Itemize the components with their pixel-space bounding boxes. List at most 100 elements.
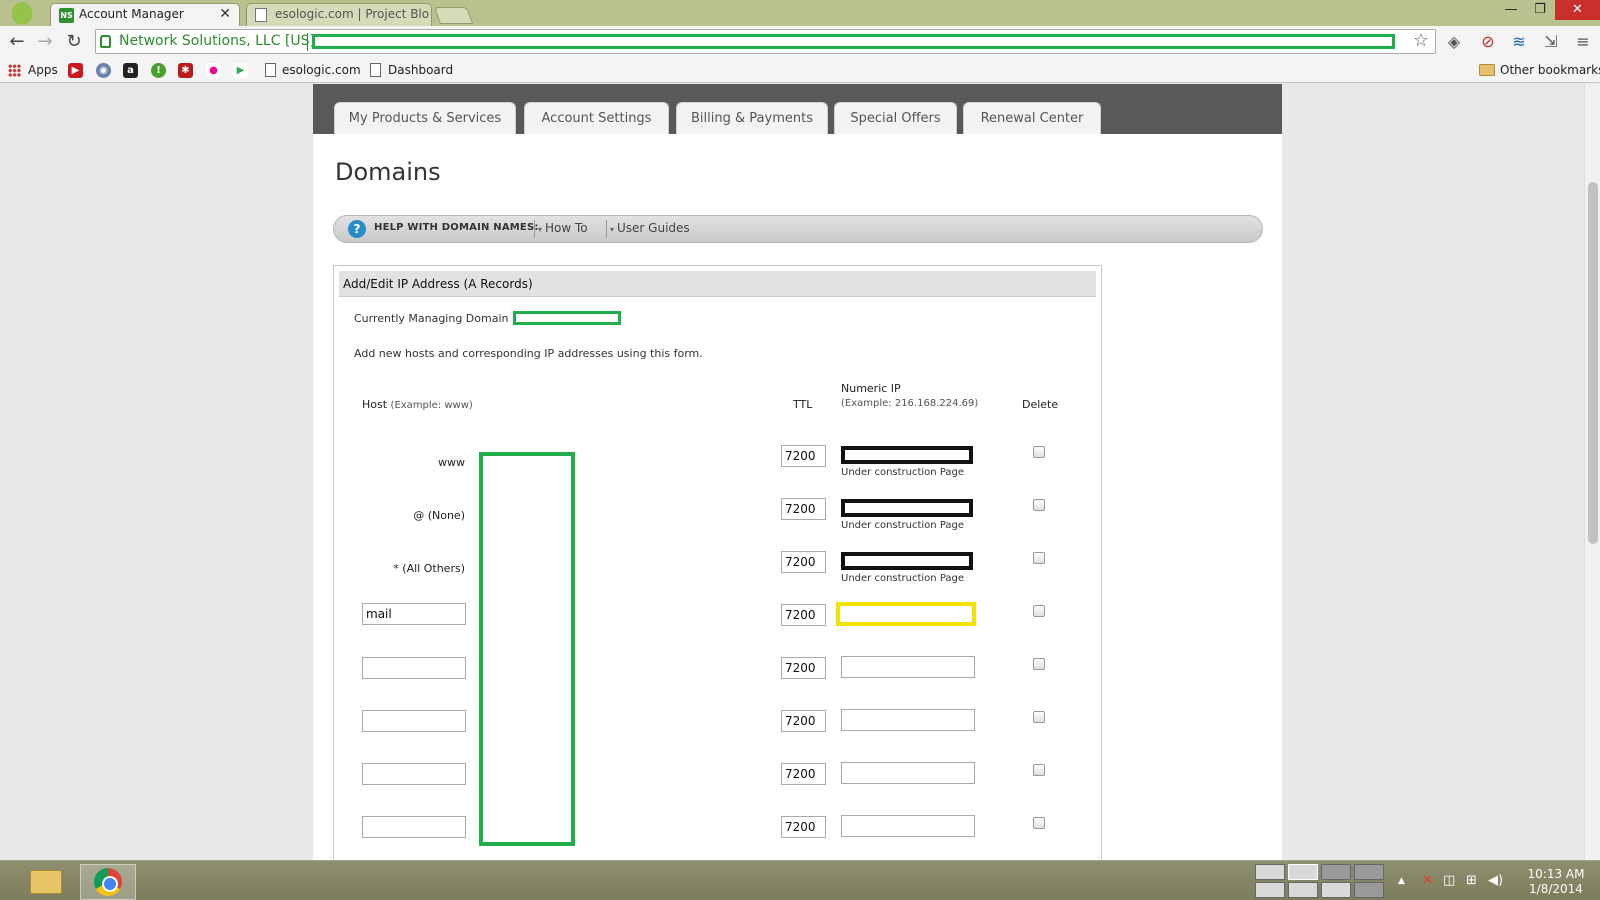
show-hidden-icons-icon[interactable]: ▲: [1398, 876, 1405, 886]
flickr-icon[interactable]: ●: [206, 63, 221, 78]
ttl-input[interactable]: [781, 657, 826, 679]
bookmarks-bar: Apps ▶ ◉ a ! ✱ ● ▶ esologic.com Dashboar…: [0, 58, 1600, 83]
ip-input[interactable]: [841, 656, 975, 678]
apps-grid-icon[interactable]: [8, 64, 21, 77]
forward-icon[interactable]: →: [33, 30, 57, 54]
new-tab-button[interactable]: [433, 7, 474, 24]
page-title: Domains: [335, 158, 441, 186]
nav-tab-special-offers[interactable]: Special Offers: [834, 102, 957, 134]
wifi-extension-icon[interactable]: ≋: [1508, 31, 1530, 53]
play-store-icon[interactable]: ▶: [233, 63, 248, 78]
host-input[interactable]: [362, 657, 466, 679]
clock-time: 10:13 AM: [1527, 867, 1585, 881]
window-thumbnail[interactable]: [1321, 882, 1351, 898]
ttl-input[interactable]: [781, 498, 826, 520]
help-menu-user-guides[interactable]: ▾ User Guides: [610, 221, 690, 235]
help-divider: [534, 220, 535, 238]
delete-checkbox[interactable]: [1033, 711, 1045, 723]
delete-checkbox[interactable]: [1033, 552, 1045, 564]
lastpass-icon[interactable]: ✱: [178, 63, 193, 78]
host-input[interactable]: [362, 603, 466, 625]
a-records-panel: Add/Edit IP Address (A Records) Currentl…: [333, 265, 1102, 860]
bookmark-apps[interactable]: Apps: [28, 62, 58, 78]
other-bookmarks[interactable]: Other bookmarks: [1500, 62, 1600, 78]
delete-column-header: Delete: [1022, 398, 1059, 411]
page-scrollbar[interactable]: [1584, 84, 1600, 860]
adblock-extension-icon[interactable]: ⊘: [1477, 31, 1499, 53]
reddit-icon[interactable]: ◉: [96, 63, 111, 78]
ttl-input[interactable]: [781, 710, 826, 732]
cast-icon[interactable]: ⇲: [1540, 31, 1562, 53]
ttl-input[interactable]: [781, 551, 826, 573]
amazon-icon[interactable]: a: [123, 63, 138, 78]
ttl-input[interactable]: [781, 604, 826, 626]
volume-icon[interactable]: ◀): [1488, 873, 1503, 888]
ev-certificate-label[interactable]: Network Solutions, LLC [US]: [119, 33, 315, 49]
bookmark-star-icon[interactable]: ☆: [1413, 30, 1429, 51]
dropdown-caret-icon: ▾: [538, 225, 543, 234]
highlighted-ip-input[interactable]: [836, 602, 976, 626]
extension-icon[interactable]: ◈: [1443, 31, 1465, 53]
window-thumbnail[interactable]: [1255, 882, 1285, 898]
page-icon: [370, 63, 381, 77]
window-thumbnail[interactable]: [1288, 882, 1318, 898]
ip-input[interactable]: [841, 815, 975, 837]
minimize-icon[interactable]: —: [1497, 0, 1525, 20]
file-explorer-button[interactable]: [30, 864, 64, 900]
nav-tab-account-settings[interactable]: Account Settings: [524, 102, 669, 134]
window-thumbnail[interactable]: [1354, 882, 1384, 898]
network-icon[interactable]: ⊞: [1466, 873, 1477, 888]
delete-checkbox[interactable]: [1033, 605, 1045, 617]
help-menu-how-to[interactable]: ▾ How To: [538, 221, 588, 235]
browser-tabstrip: NS Account Manager ✕ esologic.com | Proj…: [0, 0, 1600, 26]
delete-checkbox[interactable]: [1033, 764, 1045, 776]
ttl-input[interactable]: [781, 763, 826, 785]
close-tab-icon[interactable]: ✕: [219, 6, 231, 22]
host-input[interactable]: [362, 816, 466, 838]
ttl-input[interactable]: [781, 445, 826, 467]
ip-note: Under construction Page: [841, 467, 965, 478]
account-manager-page: My Products & Services Account Settings …: [313, 84, 1282, 860]
window-thumbnail[interactable]: [1354, 864, 1384, 880]
nav-tab-renewal-center[interactable]: Renewal Center: [963, 102, 1101, 134]
window-thumbnail[interactable]: [1288, 864, 1318, 880]
chrome-taskbar-button[interactable]: [80, 864, 136, 900]
delete-checkbox[interactable]: [1033, 446, 1045, 458]
action-center-icon[interactable]: ✕: [1422, 873, 1433, 888]
tab-esologic[interactable]: esologic.com | Project Blo: [246, 3, 432, 26]
nav-tab-products[interactable]: My Products & Services: [334, 102, 516, 134]
bookmark-esologic[interactable]: esologic.com: [282, 62, 361, 78]
host-input[interactable]: [362, 763, 466, 785]
delete-checkbox[interactable]: [1033, 658, 1045, 670]
power-icon[interactable]: ◫: [1443, 873, 1455, 888]
chrome-menu-icon[interactable]: ≡: [1572, 31, 1594, 53]
bookmark-dashboard[interactable]: Dashboard: [388, 62, 453, 78]
youtube-icon[interactable]: ▶: [68, 63, 83, 78]
tray-thumbnails: [1255, 863, 1387, 899]
reload-icon[interactable]: ↻: [62, 30, 86, 54]
secure-lock-icon: [100, 35, 111, 48]
ip-input[interactable]: [841, 709, 975, 731]
ttl-input[interactable]: [781, 816, 826, 838]
redacted-url: [312, 34, 1395, 49]
nav-tab-billing[interactable]: Billing & Payments: [676, 102, 828, 134]
restore-icon[interactable]: ❐: [1526, 0, 1554, 20]
redacted-domain: [513, 311, 621, 325]
host-input[interactable]: [362, 710, 466, 732]
window-thumbnail[interactable]: [1255, 864, 1285, 880]
network-solutions-favicon-icon: NS: [59, 8, 74, 23]
delete-checkbox[interactable]: [1033, 817, 1045, 829]
delete-checkbox[interactable]: [1033, 499, 1045, 511]
ip-header-example: (Example: 216.168.224.69): [841, 398, 979, 409]
tab-account-manager[interactable]: NS Account Manager ✕: [50, 3, 240, 26]
system-clock[interactable]: 10:13 AM 1/8/2014: [1521, 867, 1591, 897]
green-alert-icon[interactable]: !: [151, 63, 166, 78]
window-thumbnail[interactable]: [1321, 864, 1351, 880]
address-bar[interactable]: Network Solutions, LLC [US] ☆: [95, 29, 1436, 54]
ip-input[interactable]: [841, 762, 975, 784]
redacted-host-column: [479, 452, 575, 846]
back-icon[interactable]: ←: [5, 30, 29, 54]
scrollbar-thumb[interactable]: [1588, 182, 1598, 544]
profile-avatar-icon[interactable]: [12, 2, 32, 24]
window-close-icon[interactable]: ✕: [1555, 0, 1600, 20]
